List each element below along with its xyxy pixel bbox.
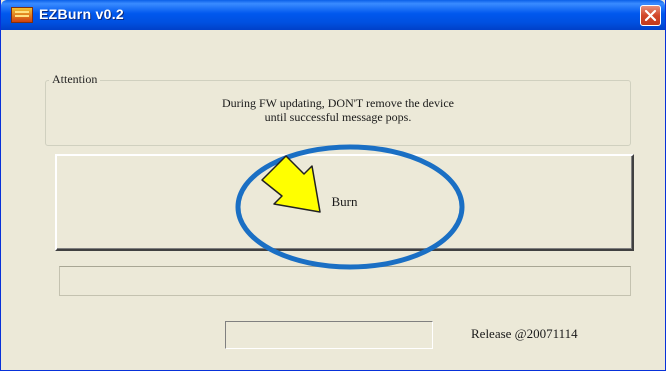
attention-message: During FW updating, DON'T remove the dev…: [45, 96, 631, 124]
status-box: [225, 321, 433, 349]
window-title: EZBurn v0.2: [39, 6, 124, 22]
pointer-arrow-icon: [261, 155, 321, 213]
close-icon: [644, 9, 657, 22]
close-button[interactable]: [640, 5, 661, 26]
attention-line-2: until successful message pops.: [264, 110, 412, 124]
release-label: Release @20071114: [471, 326, 578, 341]
attention-legend: Attention: [49, 72, 101, 87]
title-bar[interactable]: EZBurn v0.2: [1, 0, 665, 30]
attention-line-1: During FW updating, DON'T remove the dev…: [221, 96, 454, 110]
burn-app-icon: [11, 7, 33, 23]
